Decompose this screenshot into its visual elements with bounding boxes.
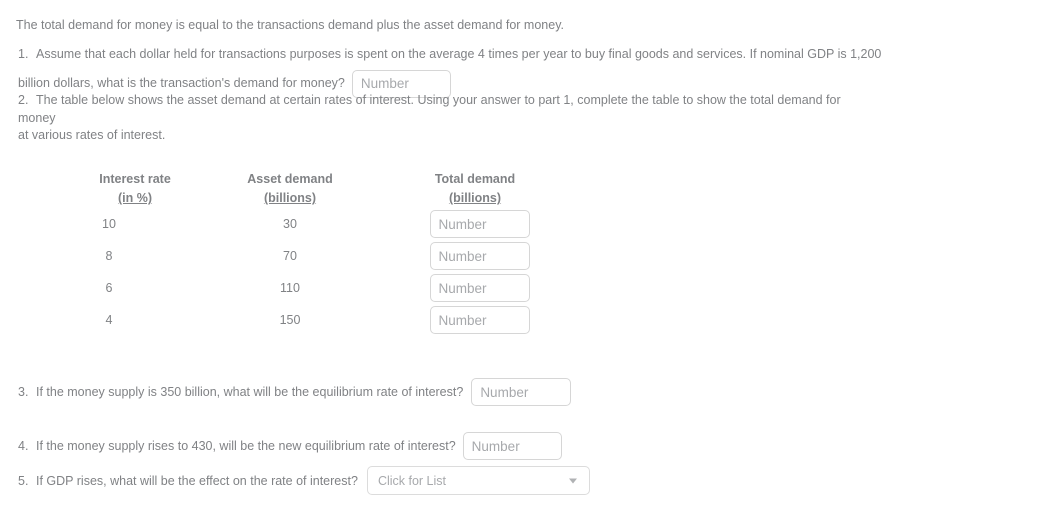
question-5-number: 5.: [18, 473, 29, 488]
question-1-line1: Assume that each dollar held for transac…: [36, 47, 882, 61]
table-row: 10 30: [60, 208, 580, 240]
table-header-row: Interest rate (in %) Asset demand (billi…: [60, 170, 580, 208]
question-3: 3. If the money supply is 350 billion, wh…: [18, 378, 572, 406]
question-1-number: 1.: [18, 47, 29, 61]
table-row: 6 110: [60, 272, 580, 304]
question-3-number-input[interactable]: [471, 378, 572, 406]
column-header-total-demand-line2: (billions): [448, 191, 502, 205]
chevron-down-icon: [568, 478, 577, 483]
question-4: 4. If the money supply rises to 430, will…: [18, 432, 562, 460]
column-header-asset-demand-line2: (billions): [263, 191, 317, 205]
question-5-dropdown[interactable]: Click for List: [366, 466, 590, 495]
question-5: 5. If GDP rises, what will be the effect …: [18, 466, 590, 495]
column-header-asset-demand: Asset demand (billions): [210, 170, 370, 208]
column-header-interest-rate: Interest rate (in %): [60, 170, 210, 208]
intro-paragraph: The total demand for money is equal to t…: [16, 18, 564, 32]
total-demand-input-row-4[interactable]: [429, 306, 530, 334]
cell-interest-rate: 10: [102, 217, 116, 231]
cell-interest-rate: 8: [105, 249, 113, 263]
cell-asset-demand: 150: [279, 313, 301, 327]
question-4-text: If the money supply rises to 430, will b…: [36, 439, 456, 453]
question-3-number: 3.: [18, 385, 29, 399]
cell-asset-demand: 30: [283, 217, 297, 231]
total-demand-input-row-3[interactable]: [429, 274, 530, 302]
column-header-interest-rate-line2: (in %): [117, 191, 153, 205]
money-demand-table: Interest rate (in %) Asset demand (billi…: [60, 170, 580, 336]
question-2-line2: at various rates of interest.: [18, 128, 166, 142]
cell-total-demand: [370, 272, 580, 304]
cell-total-demand: [370, 304, 580, 336]
question-2-number: 2.: [18, 93, 29, 107]
table-row: 4 150: [60, 304, 580, 336]
cell-total-demand: [370, 208, 580, 240]
question-5-text: If GDP rises, what will be the effect on…: [36, 473, 358, 488]
question-4-number: 4.: [18, 439, 29, 453]
cell-asset-demand: 110: [280, 281, 300, 295]
column-header-interest-rate-line1: Interest rate: [99, 172, 171, 186]
total-demand-input-row-2[interactable]: [429, 242, 530, 270]
cell-interest-rate: 6: [105, 281, 113, 295]
question-3-text: If the money supply is 350 billion, what…: [36, 385, 464, 399]
cell-total-demand: [370, 240, 580, 272]
cell-interest-rate: 4: [105, 313, 113, 327]
column-header-asset-demand-line1: Asset demand: [247, 172, 333, 186]
question-1: 1. Assume that each dollar held for trans…: [18, 40, 1028, 98]
cell-asset-demand: 70: [283, 249, 297, 263]
table-row: 8 70: [60, 240, 580, 272]
question-4-number-input[interactable]: [462, 432, 562, 460]
total-demand-input-row-1[interactable]: [429, 210, 530, 238]
column-header-total-demand: Total demand (billions): [370, 170, 580, 208]
question-2-line1: The table below shows the asset demand a…: [18, 93, 841, 125]
question-2: 2. The table below shows the asset demand…: [18, 92, 878, 145]
question-5-dropdown-label: Click for List: [377, 473, 447, 488]
column-header-total-demand-line1: Total demand: [434, 172, 516, 186]
